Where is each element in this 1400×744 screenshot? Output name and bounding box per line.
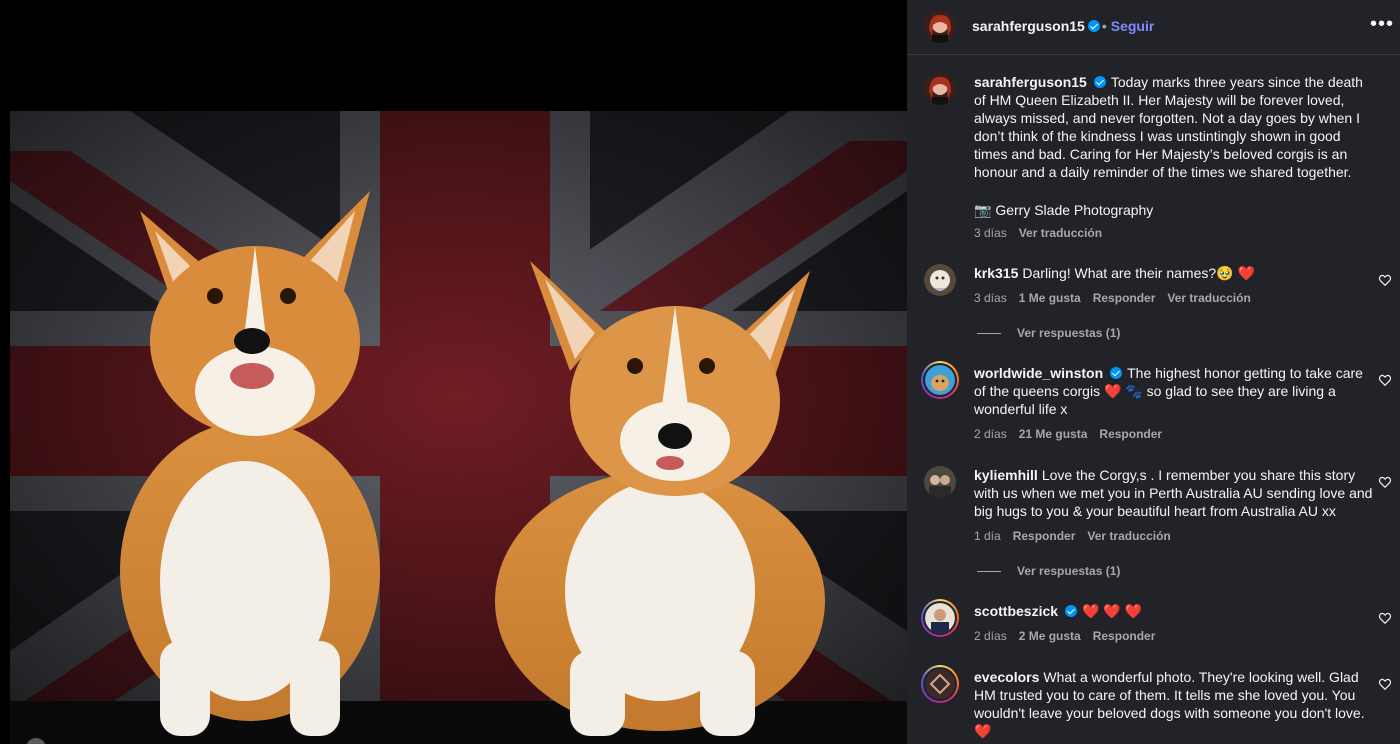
verified-badge-icon [1065,605,1078,617]
commenter-avatar[interactable] [924,466,956,498]
reply-button[interactable]: Responder [1099,427,1162,441]
see-translation-link[interactable]: Ver traducción [1019,226,1102,240]
comment-username[interactable]: krk315 [974,265,1018,281]
comment-meta: 2 días 2 Me gusta Responder [974,629,1167,643]
heart-outline-icon[interactable] [1378,611,1392,625]
comment-body: worldwide_winston The highest honor getti… [974,364,1374,418]
caption-username[interactable]: sarahferguson15 [974,74,1087,90]
post-photo-corgis [10,111,907,744]
comment-likes[interactable]: 1 Me gusta [1019,291,1081,305]
comment-time[interactable]: 3 días [974,291,1007,305]
reply-button[interactable]: Responder [1013,529,1076,543]
comment-username[interactable]: scottbeszick [974,603,1058,619]
comment-meta: 3 días 1 Me gusta Responder Ver traducción [974,291,1263,305]
story-ring-inner [923,363,957,397]
comment-body: evecolors What a wonderful photo. They're… [974,668,1374,740]
comment-text: Darling! What are their names?🥹 ❤️ [1022,265,1255,281]
comment-meta: 1 día Responder Ver traducción [974,529,1183,543]
heart-outline-icon[interactable] [1378,475,1392,489]
reply-button[interactable]: Responder [1093,291,1156,305]
comment-body: krk315 Darling! What are their names?🥹 ❤️ [974,264,1374,282]
replies-line [977,571,1001,573]
commenter-avatar[interactable] [924,264,956,296]
view-replies-label: Ver respuestas (1) [1017,326,1121,340]
comment-username[interactable]: evecolors [974,669,1039,685]
comment-time[interactable]: 2 días [974,427,1007,441]
caption-body: sarahferguson15 Today marks three years s… [974,73,1374,181]
heart-outline-icon[interactable] [1378,677,1392,691]
post-header-name: sarahferguson15 • Seguir [972,18,1154,34]
reply-button[interactable]: Responder [1093,629,1156,643]
author-username[interactable]: sarahferguson15 [972,18,1085,34]
more-options-icon[interactable]: ••• [1370,14,1394,34]
comment-time[interactable]: 1 día [974,529,1001,543]
view-replies-button[interactable]: Ver respuestas (1) [977,326,1120,340]
photo-credit: 📷 Gerry Slade Photography [974,201,1374,219]
story-ring[interactable] [921,361,959,399]
view-replies-label: Ver respuestas (1) [1017,564,1121,578]
comment-time[interactable]: 2 días [974,629,1007,643]
verified-badge-icon [1093,76,1106,88]
post-viewer: sarahferguson15 • Seguir ••• sarahferguson… [0,0,1400,744]
see-translation-link[interactable]: Ver traducción [1167,291,1250,305]
story-ring-inner [923,601,957,635]
commenter-avatar [925,365,955,395]
replies-line [977,333,1001,335]
view-replies-button[interactable]: Ver respuestas (1) [977,564,1120,578]
see-translation-link[interactable]: Ver traducción [1087,529,1170,543]
comment-username[interactable]: worldwide_winston [974,365,1103,381]
separator-dot: • [1101,18,1107,34]
follow-button[interactable]: Seguir [1111,18,1155,34]
camera-icon: 📷 [974,202,992,218]
comment-text: ❤️ ❤️ ❤️ [1082,603,1143,619]
verified-badge-icon [1110,367,1123,379]
story-ring-inner [923,667,957,701]
comment-username[interactable]: kyliemhill [974,467,1038,483]
caption-meta: 3 días Ver traducción [974,226,1114,240]
caption-time[interactable]: 3 días [974,226,1007,240]
photo-credit-text: Gerry Slade Photography [995,202,1154,218]
verified-badge-icon [1087,20,1100,32]
comments-panel: sarahferguson15 • Seguir ••• sarahferguson… [907,0,1400,744]
comment-meta: 2 días 21 Me gusta Responder [974,427,1174,441]
author-avatar[interactable] [924,11,956,43]
heart-outline-icon[interactable] [1378,373,1392,387]
story-ring[interactable] [921,665,959,703]
post-media [0,0,907,744]
story-ring[interactable] [921,599,959,637]
heart-outline-icon[interactable] [1378,273,1392,287]
commenter-avatar [925,669,955,699]
comment-likes[interactable]: 21 Me gusta [1019,427,1088,441]
comment-body: kyliemhill Love the Corgy,s . I remember … [974,466,1374,520]
comment-body: scottbeszick ❤️ ❤️ ❤️ [974,602,1374,620]
commenter-avatar [925,603,955,633]
post-header: sarahferguson15 • Seguir ••• [907,0,1400,55]
caption-avatar[interactable] [924,73,956,105]
comment-likes[interactable]: 2 Me gusta [1019,629,1081,643]
